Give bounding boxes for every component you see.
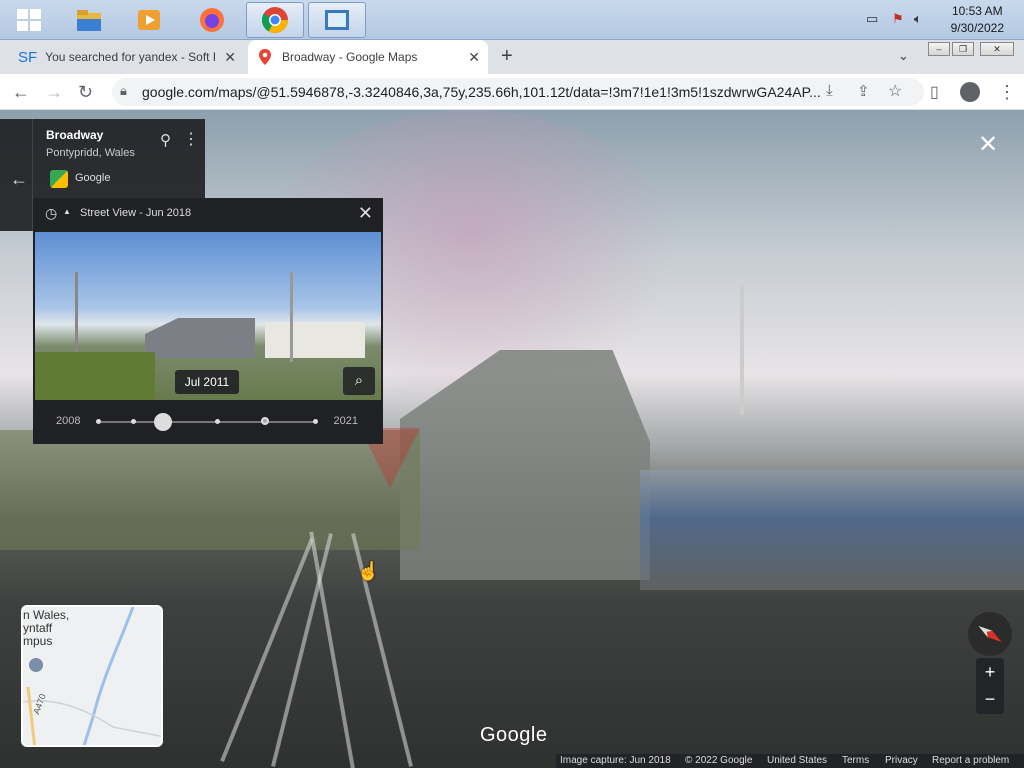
network-icon[interactable]: ▭	[866, 11, 878, 27]
firefox-icon	[200, 8, 224, 32]
zoom-in-button[interactable]: +	[976, 658, 1004, 686]
compass-needle	[978, 625, 1002, 643]
lock-icon: 🔒︎	[120, 83, 127, 98]
timeline-header[interactable]: ◷ ▲ Street View - Jun 2018 ✕	[33, 198, 383, 230]
reload-icon[interactable]: ↻	[78, 82, 93, 103]
chrome-button[interactable]	[246, 2, 304, 38]
bookmark-star-icon[interactable]: ☆	[888, 81, 902, 101]
url-text[interactable]: google.com/maps/@51.5946878,-3.3240846,3…	[142, 84, 822, 100]
magnify-icon[interactable]: ⌕	[343, 367, 375, 395]
sf-favicon-icon: SF	[18, 48, 38, 66]
copyright: © 2022 Google	[685, 755, 753, 766]
zoom-out-button[interactable]: −	[976, 686, 1004, 714]
restore-button[interactable]: ❐	[952, 42, 974, 56]
report-problem-link[interactable]: Report a problem	[932, 755, 1009, 766]
more-options-icon[interactable]: ⋮	[183, 129, 199, 149]
close-icon[interactable]: ✕	[358, 203, 373, 224]
tab-strip: SF You searched for yandex - Soft F ✕ Br…	[0, 40, 1024, 74]
grass-verge	[0, 430, 420, 550]
clock-date: 9/30/2022	[950, 21, 1004, 35]
clock-time: 10:53 AM	[951, 4, 1003, 18]
timeline-dot[interactable]	[96, 419, 101, 424]
close-icon[interactable]: ✕	[224, 49, 236, 66]
attribution-bar: Image capture: Jun 2018 © 2022 Google Un…	[556, 754, 1024, 768]
folder-icon	[77, 10, 101, 31]
forward-icon[interactable]: →	[45, 82, 63, 103]
profile-avatar[interactable]	[960, 82, 980, 102]
timeline-slider-thumb[interactable]	[154, 413, 172, 431]
minimize-button[interactable]: –	[928, 42, 950, 56]
tab-soft-f[interactable]: SF You searched for yandex - Soft F ✕	[0, 40, 244, 74]
provider-label: Google	[75, 172, 111, 184]
place-subtitle: Pontypridd, Wales	[46, 147, 135, 159]
app-button[interactable]	[308, 2, 366, 38]
side-panel-icon[interactable]: ▯	[930, 82, 939, 102]
zoom-controls: + −	[976, 658, 1004, 714]
place-title: Broadway	[46, 128, 104, 142]
timeline-dot[interactable]	[313, 419, 318, 424]
taskbar: ▭ ⚑ 🔈︎ 10:53 AM 9/30/2022	[0, 0, 1024, 40]
minimap[interactable]: n Wales, yntaff mpus A470	[21, 605, 163, 747]
windows-start-button[interactable]	[0, 2, 58, 38]
google-maps-icon	[50, 170, 68, 188]
minimap-place-label: n Wales, yntaff mpus	[23, 608, 70, 648]
street-view-timeline: ◷ ▲ Street View - Jun 2018 ✕ 2008 2021	[33, 198, 383, 444]
address-bar: ← → ↻ 🔒︎ google.com/maps/@51.5946878,-3.…	[0, 74, 1024, 110]
flag-icon[interactable]: ⚑	[892, 11, 904, 27]
firefox-button[interactable]	[183, 2, 241, 38]
close-street-view-icon[interactable]: ✕	[978, 130, 998, 159]
selected-date-badge: Jul 2011	[175, 370, 239, 394]
chrome-icon	[261, 7, 289, 34]
close-window-button[interactable]: ✕	[980, 42, 1014, 56]
tab-search-chevron-icon[interactable]: ⌄	[898, 48, 909, 64]
omnibox[interactable]: 🔒︎ google.com/maps/@51.5946878,-3.324084…	[112, 78, 924, 106]
share-icon[interactable]: ⇪	[857, 82, 870, 100]
roadside-barrier	[640, 470, 1024, 590]
app-icon	[325, 10, 349, 30]
timeline-title: Street View - Jun 2018	[80, 207, 192, 219]
install-icon[interactable]: ⤓	[826, 82, 833, 99]
volume-icon[interactable]: 🔈︎	[914, 11, 922, 27]
street-lamp	[740, 285, 744, 415]
privacy-link[interactable]: Privacy	[885, 755, 918, 766]
timeline-end-year: 2021	[333, 415, 358, 427]
menu-dots-icon[interactable]: ⋮	[998, 82, 1016, 103]
tab-google-maps[interactable]: Broadway - Google Maps ✕	[248, 40, 488, 74]
location-pin-icon[interactable]: ⚲	[160, 131, 171, 149]
terms-link[interactable]: Terms	[842, 755, 869, 766]
timeline-dot[interactable]	[215, 419, 220, 424]
timeline-dot-current[interactable]	[261, 417, 269, 425]
back-icon[interactable]: ←	[12, 82, 30, 103]
history-clock-icon[interactable]: ◷	[45, 205, 57, 222]
back-arrow-icon[interactable]: ←	[10, 169, 28, 190]
timeline-dot[interactable]	[131, 419, 136, 424]
media-player-button[interactable]	[120, 2, 178, 38]
file-explorer-button[interactable]	[60, 2, 118, 38]
hand-cursor-icon: ☝	[357, 561, 380, 581]
media-icon	[138, 10, 160, 30]
region-link[interactable]: United States	[767, 755, 827, 766]
new-tab-button[interactable]: +	[501, 45, 513, 68]
maps-pin-icon	[259, 49, 271, 65]
compass-icon[interactable]	[968, 612, 1012, 656]
close-icon[interactable]: ✕	[468, 49, 480, 66]
image-capture-date: Image capture: Jun 2018	[560, 755, 671, 766]
tab-label: Broadway - Google Maps	[282, 50, 418, 64]
windows-logo-icon	[17, 9, 41, 31]
clock[interactable]: 10:53 AM 9/30/2022	[951, 3, 1004, 37]
road-marking	[309, 531, 355, 768]
caret-up-icon[interactable]: ▲	[63, 207, 71, 216]
tab-label: You searched for yandex - Soft F	[45, 50, 216, 64]
timeline-start-year: 2008	[56, 415, 81, 427]
google-watermark: Google	[480, 724, 548, 746]
